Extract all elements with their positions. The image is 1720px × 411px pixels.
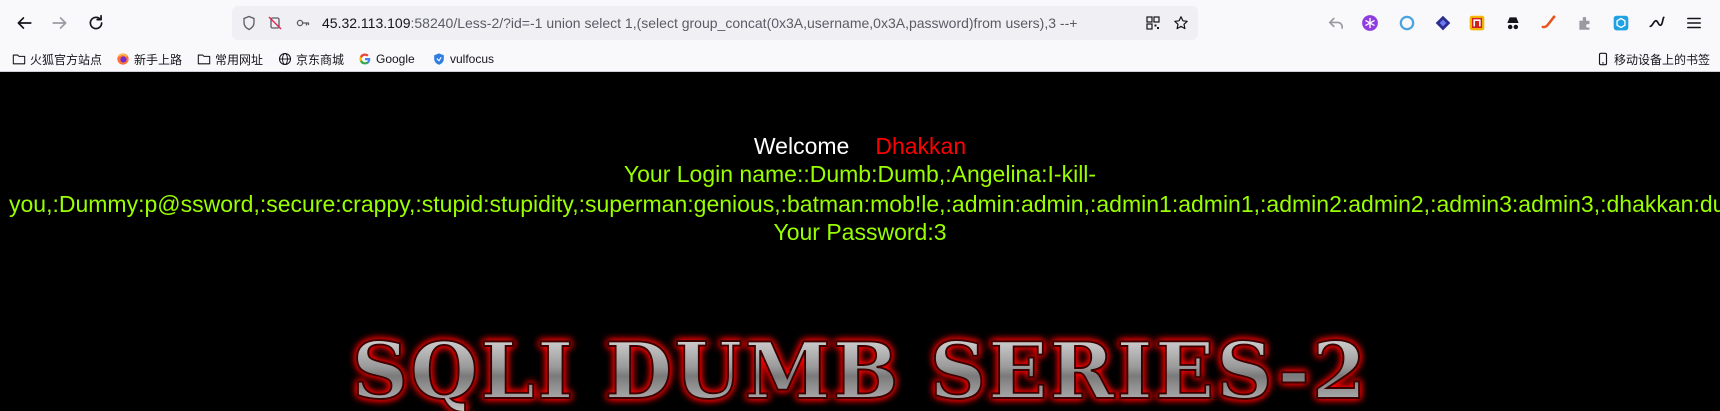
login-name-line: Your Login name::Dumb:Dumb,:Angelina:I-k… (623, 161, 1097, 187)
welcome-name: Dhakkan (875, 133, 967, 159)
reload-icon (89, 14, 103, 30)
undo-icon[interactable] (1325, 12, 1347, 34)
mobile-icon (1598, 52, 1608, 66)
firefox-icon (117, 53, 129, 65)
reload-button[interactable] (82, 9, 110, 37)
address-bar[interactable]: 45.32.113.109:58240/Less-2/?id=-1 union … (232, 6, 1198, 40)
hook-extension-icon[interactable] (1538, 12, 1560, 34)
bookmark-label: 常用网址 (215, 52, 264, 67)
forward-button[interactable] (46, 9, 74, 37)
bookmark-item[interactable]: 新手上路 (116, 49, 182, 69)
key-icon[interactable] (294, 14, 312, 32)
shield-icon[interactable] (240, 14, 258, 32)
navigation-toolbar: 45.32.113.109:58240/Less-2/?id=-1 union … (0, 0, 1720, 46)
bookmark-item[interactable]: Google (358, 49, 415, 69)
series-banner-image: SQLI DUMB SERIES-2 (351, 316, 1367, 411)
welcome-line: Welcome Dhakkan (0, 132, 1720, 160)
folder-icon (12, 54, 26, 65)
vulfocus-icon (434, 53, 444, 65)
bookmark-label: 新手上路 (134, 52, 183, 67)
bookmark-item[interactable]: 常用网址 (197, 49, 263, 69)
mobile-bookmarks[interactable]: 移动设备上的书签 (1596, 49, 1710, 69)
bookmark-item[interactable]: 京东商城 (278, 49, 344, 69)
bookmark-item[interactable]: 火狐官方站点 (12, 49, 102, 69)
back-button[interactable] (10, 9, 38, 37)
snowflake-extension-icon[interactable] (1359, 12, 1381, 34)
folder-icon (197, 54, 211, 65)
cube-extension-icon[interactable] (1610, 12, 1632, 34)
permission-icon[interactable] (266, 14, 284, 32)
globe-icon (278, 52, 292, 66)
ring-extension-icon[interactable] (1396, 12, 1418, 34)
url-host: 45.32.113.109 (322, 15, 411, 31)
star-icon[interactable] (1172, 14, 1190, 32)
login-name-continuation: you,:Dummy:p@ssword,:secure:crappy,:stup… (9, 191, 1720, 217)
google-icon (359, 53, 371, 65)
url-text[interactable]: 45.32.113.109:58240/Less-2/?id=-1 union … (322, 14, 1152, 32)
spy-extension-icon[interactable] (1502, 12, 1524, 34)
bookmark-item[interactable]: vulfocus (432, 49, 494, 69)
arrow-right-icon (52, 17, 67, 29)
web-page: Welcome Dhakkan Your Login name::Dumb:Dum… (0, 72, 1720, 411)
bookmark-label: Google (376, 52, 415, 66)
welcome-text: Welcome (753, 133, 850, 159)
n-extension-icon[interactable] (1466, 12, 1488, 34)
layers-extension-icon[interactable] (1432, 12, 1454, 34)
bookmark-label: 火狐官方站点 (30, 52, 103, 67)
arrow-left-icon (17, 17, 32, 29)
banner-text: SQLI DUMB SERIES-2 (352, 326, 1368, 411)
url-path: :58240/Less-2/?id=-1 union select 1,(sel… (410, 15, 1078, 31)
bookmark-label: vulfocus (450, 52, 495, 66)
hamburger-menu-icon[interactable] (1683, 12, 1705, 34)
bookmarks-toolbar: 火狐官方站点 新手上路 常用网址 京东商城 Google vulfocus 移动… (0, 46, 1720, 72)
puzzle-extension-icon[interactable] (1574, 12, 1596, 34)
qr-code-icon[interactable] (1144, 14, 1162, 32)
password-line: Your Password:3 (773, 219, 947, 245)
bookmark-label: 京东商城 (296, 52, 345, 67)
browser-chrome: 45.32.113.109:58240/Less-2/?id=-1 union … (0, 0, 1720, 72)
mobile-bookmarks-label: 移动设备上的书签 (1613, 52, 1710, 67)
wave-extension-icon[interactable] (1646, 12, 1668, 34)
